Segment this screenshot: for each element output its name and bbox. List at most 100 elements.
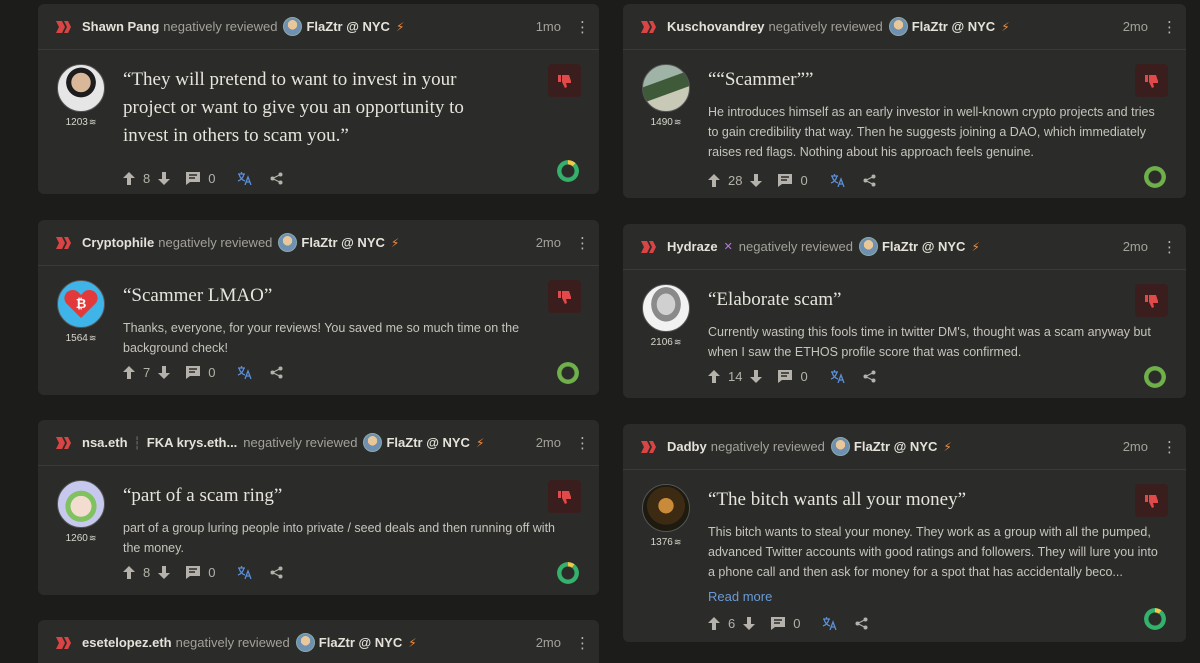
translate-icon[interactable] xyxy=(830,173,845,187)
kebab-menu-icon[interactable]: ⋮ xyxy=(575,234,590,252)
translate-button[interactable] xyxy=(237,171,253,185)
comment-group[interactable]: 0 xyxy=(778,173,815,188)
share-button[interactable] xyxy=(270,566,283,579)
author-name[interactable]: Dadby xyxy=(667,439,707,454)
comment-icon[interactable] xyxy=(186,171,201,185)
avatar[interactable] xyxy=(57,480,105,528)
target-avatar[interactable] xyxy=(830,437,850,456)
comment-group[interactable]: 0 xyxy=(186,365,223,380)
comment-count: 0 xyxy=(208,564,216,580)
target-avatar[interactable] xyxy=(295,633,315,652)
share-button[interactable] xyxy=(855,617,868,630)
translate-icon[interactable] xyxy=(237,171,253,185)
author-avatar-block[interactable]: 2106≋ xyxy=(641,284,691,350)
target-avatar[interactable] xyxy=(283,17,303,36)
arrow-up-icon[interactable] xyxy=(708,616,720,630)
share-icon[interactable] xyxy=(270,366,283,379)
avatar[interactable] xyxy=(642,484,690,532)
share-button[interactable] xyxy=(863,370,876,383)
target-avatar[interactable] xyxy=(363,433,383,452)
comment-icon[interactable] xyxy=(186,565,201,579)
author-name[interactable]: Kuschovandrey xyxy=(667,19,765,34)
author-name[interactable]: Hydraze xyxy=(667,239,718,254)
arrow-up-icon[interactable] xyxy=(123,565,135,579)
kebab-menu-icon[interactable]: ⋮ xyxy=(1162,438,1177,456)
kebab-menu-icon[interactable]: ⋮ xyxy=(1162,238,1177,256)
target-avatar[interactable] xyxy=(888,17,908,36)
comment-icon[interactable] xyxy=(778,369,793,383)
translate-button[interactable] xyxy=(822,616,838,630)
comment-count: 0 xyxy=(793,615,801,631)
comment-icon[interactable] xyxy=(186,365,201,379)
translate-icon[interactable] xyxy=(822,616,838,630)
target-avatar[interactable] xyxy=(858,237,878,256)
negative-badge xyxy=(1135,484,1168,517)
target-name[interactable]: FlaZtr @ NYC xyxy=(912,19,995,34)
read-more-link[interactable]: Read more xyxy=(708,589,772,604)
translate-icon[interactable] xyxy=(237,565,253,579)
translate-icon[interactable] xyxy=(237,365,253,379)
arrow-up-icon[interactable] xyxy=(123,365,135,379)
share-icon[interactable] xyxy=(863,370,876,383)
avatar[interactable] xyxy=(642,64,690,112)
translate-button[interactable] xyxy=(830,369,845,383)
translate-icon[interactable] xyxy=(830,369,845,383)
kebab-menu-icon[interactable]: ⋮ xyxy=(575,634,590,652)
kebab-menu-icon[interactable]: ⋮ xyxy=(575,18,590,36)
target-name[interactable]: FlaZtr @ NYC xyxy=(882,239,965,254)
score-ring-icon[interactable] xyxy=(1144,166,1166,188)
arrow-down-icon[interactable] xyxy=(750,173,763,187)
share-icon[interactable] xyxy=(270,566,283,579)
comment-icon[interactable] xyxy=(778,173,793,187)
score-ring-icon[interactable] xyxy=(1144,366,1166,388)
thumbs-down-icon xyxy=(557,290,571,304)
comment-group[interactable]: 0 xyxy=(186,171,223,186)
arrow-up-icon[interactable] xyxy=(708,173,720,187)
arrow-up-icon[interactable] xyxy=(708,369,720,383)
translate-button[interactable] xyxy=(237,365,253,379)
target-name[interactable]: FlaZtr @ NYC xyxy=(301,235,384,250)
translate-button[interactable] xyxy=(830,173,845,187)
arrow-up-icon[interactable] xyxy=(123,171,135,185)
author-avatar-block[interactable]: 1376≋ xyxy=(641,484,691,550)
author-name[interactable]: esetelopez.eth xyxy=(82,635,172,650)
target-name[interactable]: FlaZtr @ NYC xyxy=(319,635,402,650)
share-icon[interactable] xyxy=(270,172,283,185)
score-ring-icon[interactable] xyxy=(557,362,579,384)
arrow-down-icon[interactable] xyxy=(158,365,171,379)
author-name[interactable]: nsa.eth xyxy=(82,435,128,450)
review-verb: negatively reviewed xyxy=(175,635,290,650)
kebab-menu-icon[interactable]: ⋮ xyxy=(1162,18,1177,36)
target-name[interactable]: FlaZtr @ NYC xyxy=(854,439,937,454)
share-icon[interactable] xyxy=(855,617,868,630)
arrow-down-icon[interactable] xyxy=(158,171,171,185)
target-avatar[interactable] xyxy=(278,233,298,252)
share-icon[interactable] xyxy=(863,174,876,187)
comment-group[interactable]: 0 xyxy=(186,565,223,580)
author-avatar-block[interactable]: 1490≋ xyxy=(641,64,691,130)
author-avatar-block[interactable]: 1260≋ xyxy=(56,480,106,546)
comment-group[interactable]: 0 xyxy=(771,616,808,631)
avatar[interactable] xyxy=(57,64,105,112)
target-name[interactable]: FlaZtr @ NYC xyxy=(386,435,469,450)
kebab-menu-icon[interactable]: ⋮ xyxy=(575,434,590,452)
translate-button[interactable] xyxy=(237,565,253,579)
author-name[interactable]: Shawn Pang xyxy=(82,19,159,34)
comment-group[interactable]: 0 xyxy=(778,369,815,384)
share-button[interactable] xyxy=(270,172,283,185)
target-name[interactable]: FlaZtr @ NYC xyxy=(306,19,389,34)
arrow-down-icon[interactable] xyxy=(750,369,763,383)
score-ring-icon[interactable] xyxy=(557,160,579,182)
author-avatar-block[interactable]: 1203≋ xyxy=(56,64,106,130)
author-name[interactable]: Cryptophile xyxy=(82,235,154,250)
score-ring-icon[interactable] xyxy=(557,562,579,584)
arrow-down-icon[interactable] xyxy=(743,616,756,630)
comment-icon[interactable] xyxy=(771,616,786,630)
arrow-down-icon[interactable] xyxy=(158,565,171,579)
author-avatar-block[interactable]: ₿ 1564≋ xyxy=(56,280,106,346)
score-ring-icon[interactable] xyxy=(1144,608,1166,630)
avatar[interactable] xyxy=(642,284,690,332)
share-button[interactable] xyxy=(863,174,876,187)
share-button[interactable] xyxy=(270,366,283,379)
avatar[interactable]: ₿ xyxy=(57,280,105,328)
